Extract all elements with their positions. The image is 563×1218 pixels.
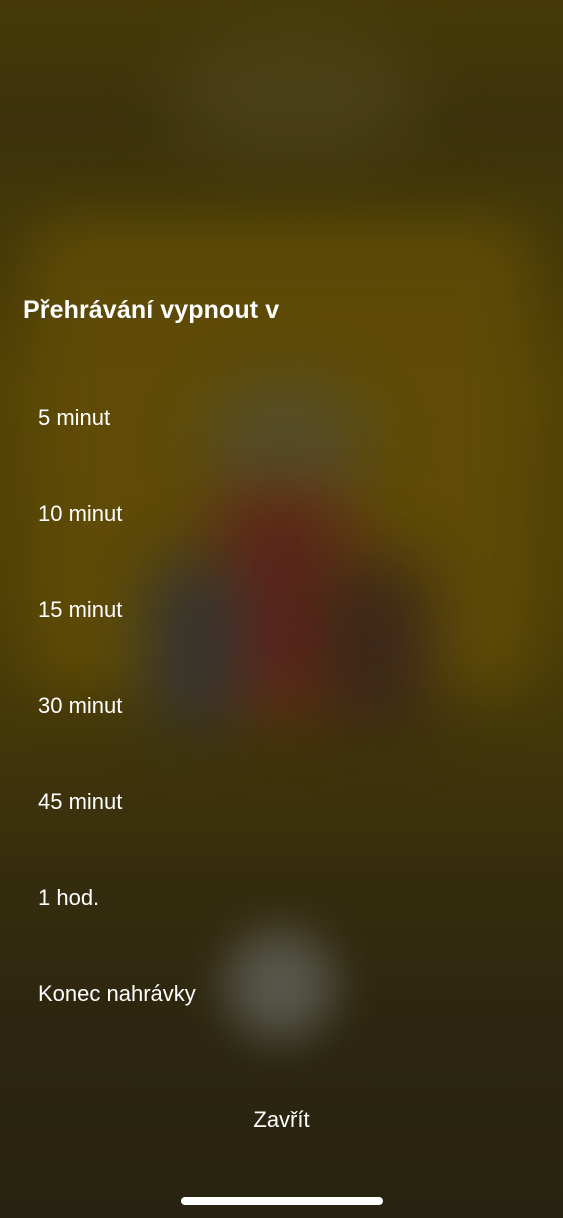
option-45-minutes[interactable]: 45 minut [0, 754, 563, 850]
sleep-timer-options: 5 minut 10 minut 15 minut 30 minut 45 mi… [0, 370, 563, 1042]
option-10-minutes[interactable]: 10 minut [0, 466, 563, 562]
home-indicator[interactable] [181, 1197, 383, 1205]
option-15-minutes[interactable]: 15 minut [0, 562, 563, 658]
option-5-minutes[interactable]: 5 minut [0, 370, 563, 466]
close-button[interactable]: Zavřít [0, 1098, 563, 1142]
sheet-title: Přehrávání vypnout v [23, 296, 280, 324]
option-1-hour[interactable]: 1 hod. [0, 850, 563, 946]
sleep-timer-sheet: Přehrávání vypnout v 5 minut 10 minut 15… [0, 0, 563, 1218]
option-end-of-track[interactable]: Konec nahrávky [0, 946, 563, 1042]
option-30-minutes[interactable]: 30 minut [0, 658, 563, 754]
